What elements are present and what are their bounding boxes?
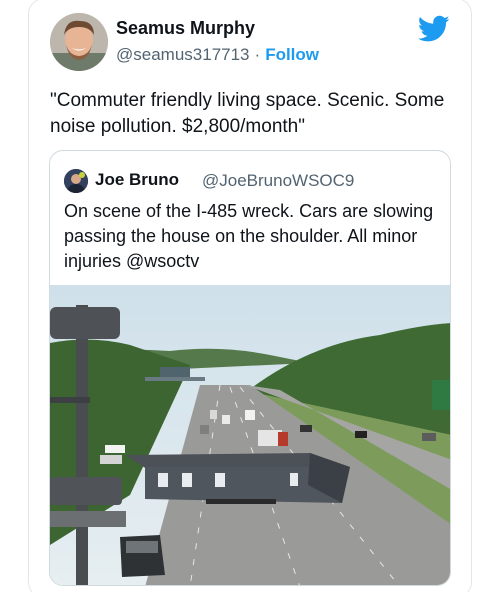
twitter-bird-icon[interactable]	[418, 15, 450, 43]
separator-dot: ·	[254, 45, 261, 64]
author-avatar[interactable]	[50, 13, 108, 71]
highway-mobile-home-photo[interactable]	[50, 285, 451, 586]
quoted-author-name[interactable]: Joe Bruno	[95, 170, 179, 190]
tweet-text: "Commuter friendly living space. Scenic.…	[50, 90, 445, 137]
quoted-tweet-text: On scene of the I-485 wreck. Cars are sl…	[64, 201, 434, 271]
quoted-author-avatar[interactable]	[64, 169, 88, 193]
quoted-author-handle[interactable]: @JoeBrunoWSOC9	[202, 171, 354, 191]
author-meta: @seamus317713 · Follow	[116, 45, 319, 65]
author-handle[interactable]: @seamus317713	[116, 45, 250, 64]
follow-button[interactable]: Follow	[265, 45, 319, 64]
quoted-tweet[interactable]: Joe Bruno @JoeBrunoWSOC9 On scene of the…	[49, 150, 451, 586]
author-name[interactable]: Seamus Murphy	[116, 18, 255, 39]
